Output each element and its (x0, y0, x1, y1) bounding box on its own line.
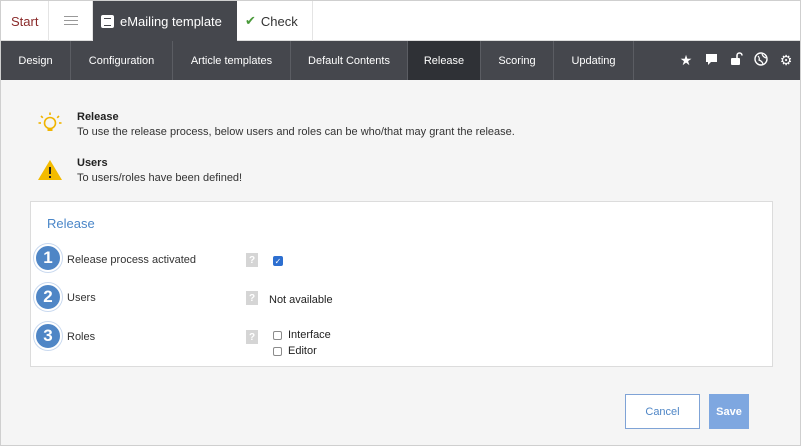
info-users: Users To users/roles have been defined! (37, 157, 242, 184)
info-release-text: To use the release process, below users … (77, 126, 515, 138)
label-roles: Roles (67, 331, 96, 343)
star-icon[interactable]: ★ (678, 52, 694, 69)
nav-icon-group: ★ ⚙ (678, 41, 794, 80)
checkmark-icon: ✔ (245, 13, 256, 28)
globe-icon[interactable] (753, 52, 769, 69)
info-users-text: To users/roles have been defined! (77, 172, 243, 184)
warning-icon (37, 157, 63, 183)
top-tab-bar: Start eMailing template ✔ Check (1, 1, 800, 41)
comment-icon[interactable] (703, 53, 719, 69)
panel-title: Release (47, 216, 95, 231)
nav-release-label: Release (423, 54, 465, 67)
gear-icon[interactable]: ⚙ (778, 52, 794, 69)
nav-release[interactable]: Release (408, 41, 481, 80)
nav-updating-label: Updating (571, 54, 616, 67)
info-release-title: Release (77, 111, 119, 123)
role-interface-label: Interface (288, 329, 331, 341)
info-users-body: Users To users/roles have been defined! (77, 157, 242, 184)
role-editor-label: Editor (288, 345, 317, 357)
info-release: Release To use the release process, belo… (37, 111, 515, 138)
main-nav-bar: Design Configuration Article templates D… (1, 41, 800, 80)
step-badge-2: 2 (34, 283, 62, 311)
help-icon[interactable]: ? (246, 253, 258, 267)
cancel-button[interactable]: Cancel (625, 394, 700, 429)
nav-configuration-label: Configuration (88, 54, 155, 67)
role-option-interface[interactable]: Interface (273, 329, 331, 341)
help-icon[interactable]: ? (246, 330, 258, 344)
tab-start[interactable]: Start (1, 1, 49, 41)
save-button[interactable]: Save (709, 394, 749, 429)
users-value: Not available (269, 294, 333, 306)
nav-configuration[interactable]: Configuration (71, 41, 173, 80)
release-process-checkbox[interactable]: ✓ (273, 256, 283, 266)
info-users-title: Users (77, 157, 108, 169)
step-badge-1: 1 (34, 244, 62, 272)
nav-default-contents[interactable]: Default Contents (291, 41, 408, 80)
help-icon[interactable]: ? (246, 291, 258, 305)
role-editor-checkbox[interactable] (273, 346, 282, 356)
nav-default-contents-label: Default Contents (308, 54, 390, 67)
info-release-body: Release To use the release process, belo… (77, 111, 515, 138)
lightbulb-icon (37, 111, 63, 137)
tab-list[interactable] (49, 1, 93, 41)
nav-scoring[interactable]: Scoring (481, 41, 554, 80)
label-users: Users (67, 292, 96, 304)
unlock-icon[interactable] (728, 52, 744, 69)
nav-design-label: Design (18, 54, 53, 67)
role-interface-checkbox[interactable] (273, 330, 282, 340)
nav-article-templates[interactable]: Article templates (173, 41, 291, 80)
tab-check[interactable]: ✔ Check (237, 1, 313, 41)
role-option-editor[interactable]: Editor (273, 345, 317, 357)
nav-scoring-label: Scoring (498, 54, 536, 67)
nav-design[interactable]: Design (1, 41, 71, 80)
tab-emailing-template[interactable]: eMailing template (93, 1, 237, 41)
step-badge-3: 3 (34, 322, 62, 350)
document-icon (101, 14, 114, 28)
tab-check-label: Check (260, 13, 298, 29)
nav-updating[interactable]: Updating (554, 41, 634, 80)
nav-article-templates-label: Article templates (190, 54, 273, 67)
tab-emailing-template-label: eMailing template (120, 13, 222, 29)
list-icon (63, 15, 78, 27)
label-release-process-activated: Release process activated (67, 254, 197, 266)
tab-start-label: Start (11, 13, 39, 29)
release-panel: Release 1 Release process activated ? ✓ … (30, 201, 773, 367)
